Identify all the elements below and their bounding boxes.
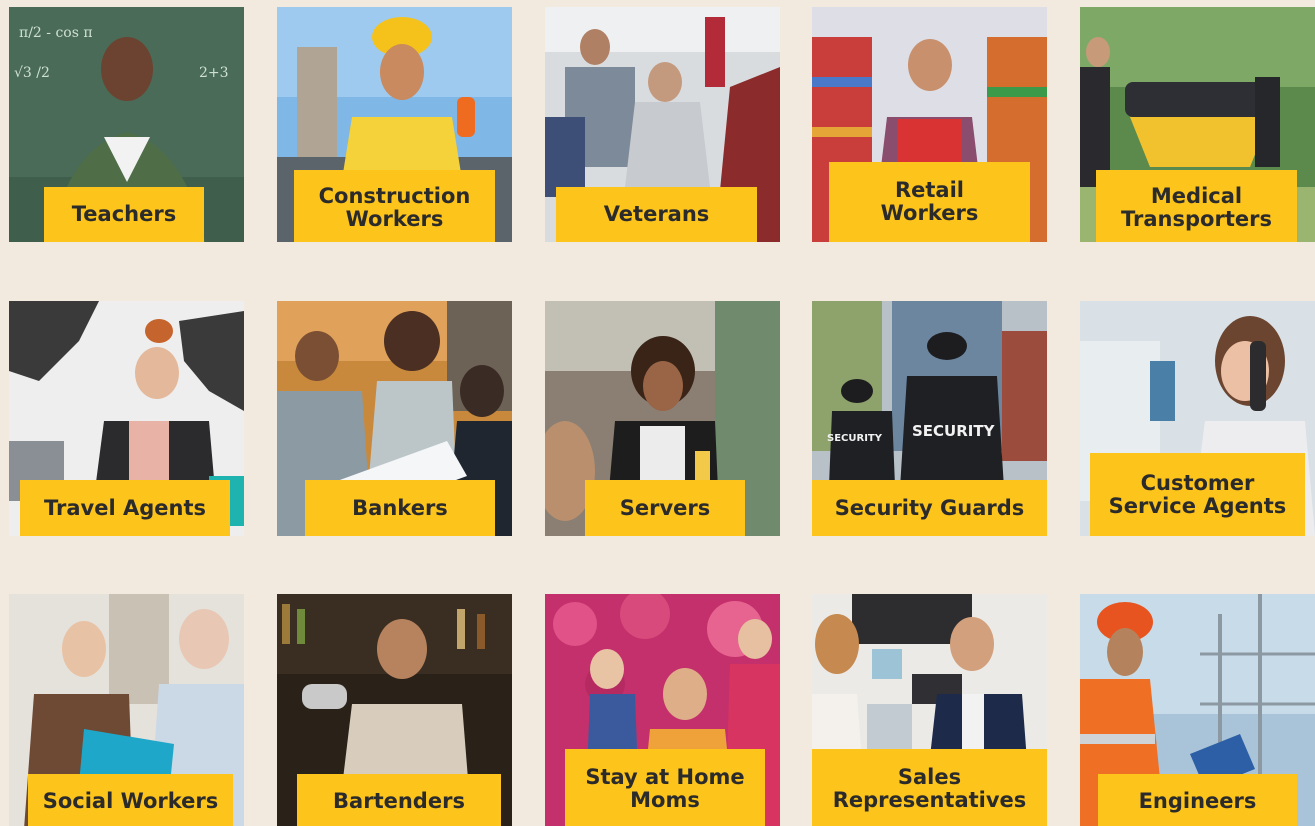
svg-text:2+3: 2+3 [199,65,229,81]
profession-grid: π/2 - cos π √3 /2 2+3 Teachers Construct… [0,0,1315,826]
tile-veterans[interactable]: Veterans [545,7,780,242]
tile-label: Bartenders [297,774,501,826]
tile-label: Social Workers [28,774,233,826]
tile-stay-at-home-moms[interactable]: Stay at Home Moms [545,594,780,826]
tile-label: Bankers [305,480,495,536]
tile-servers[interactable]: Servers [545,301,780,536]
tile-label: Medical Transporters [1096,170,1297,242]
tile-security-guards[interactable]: SECURITY SECURITY Security Guards [812,301,1047,536]
svg-text:SECURITY: SECURITY [827,433,883,444]
tile-travel-agents[interactable]: Travel Agents [9,301,244,536]
tile-label: Servers [585,480,745,536]
tile-bartenders[interactable]: Bartenders [277,594,512,826]
tile-construction-workers[interactable]: Construction Workers [277,7,512,242]
svg-text:SECURITY: SECURITY [912,422,996,440]
tile-sales-representatives[interactable]: Sales Representatives [812,594,1047,826]
tile-teachers[interactable]: π/2 - cos π √3 /2 2+3 Teachers [9,7,244,242]
tile-bankers[interactable]: Bankers [277,301,512,536]
tile-label: Retail Workers [829,162,1030,242]
svg-text:√3 /2: √3 /2 [14,65,50,81]
tile-engineers[interactable]: Engineers [1080,594,1315,826]
tile-label: Stay at Home Moms [565,749,765,826]
tile-medical-transporters[interactable]: Medical Transporters [1080,7,1315,242]
tile-social-workers[interactable]: Social Workers [9,594,244,826]
tile-label: Veterans [556,187,757,242]
svg-text:π/2 - cos π: π/2 - cos π [19,25,93,41]
tile-customer-service-agents[interactable]: Customer Service Agents [1080,301,1315,536]
tile-label: Sales Representatives [812,749,1047,826]
tile-label: Engineers [1098,774,1297,826]
tile-label: Teachers [44,187,204,242]
tile-label: Security Guards [812,480,1047,536]
tile-label: Construction Workers [294,170,495,242]
tile-retail-workers[interactable]: Retail Workers [812,7,1047,242]
tile-label: Customer Service Agents [1090,453,1305,536]
tile-label: Travel Agents [20,480,230,536]
